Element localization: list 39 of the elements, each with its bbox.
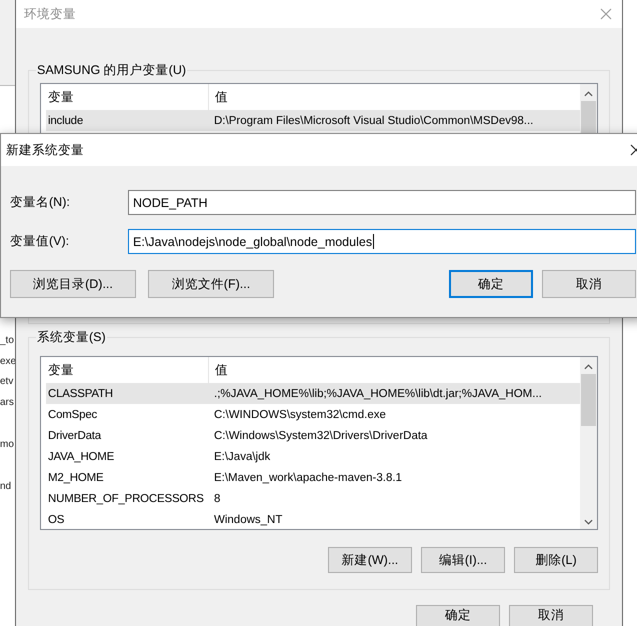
list-row[interactable]: ComSpec C:\WINDOWS\system32\cmd.exe — [46, 404, 580, 425]
text-fragment: nd — [0, 480, 12, 494]
text-cursor — [373, 234, 374, 249]
text-fragment: _to — [0, 334, 14, 348]
list-row[interactable]: M2_HOME E:\Maven_work\apache-maven-3.8.1 — [46, 467, 580, 488]
browse-button[interactable]: 浏览文件(F)... — [148, 270, 274, 298]
scrollbar[interactable] — [580, 357, 597, 529]
list-row[interactable]: include D:\Program Files\Microsoft Visual Studio\Common\MSDev98... — [46, 110, 580, 131]
group-title: 系统变量(S) — [36, 329, 107, 345]
field-label: 变量值(V): — [10, 233, 70, 250]
dialog-button[interactable]: 删除(L) — [514, 547, 598, 573]
dialog-title: 新建系统变量 — [6, 142, 84, 158]
scroll-thumb[interactable] — [581, 101, 596, 133]
list-row[interactable]: OS Windows_NT — [46, 509, 580, 530]
browse-button[interactable]: 浏览目录(D)... — [10, 270, 136, 298]
list-row[interactable]: CLASSPATH .;%JAVA_HOME%\lib;%JAVA_HOME%\lib\dt.jar;%JAVA_HOM... — [46, 383, 580, 404]
dialog-button[interactable]: 确定 — [416, 605, 500, 626]
list-row[interactable]: NUMBER_OF_PROCESSORS 8 — [46, 488, 580, 509]
field-label: 变量名(N): — [10, 194, 71, 211]
dialog-button[interactable]: 新建(W)... — [328, 547, 412, 573]
group-title: SAMSUNG 的用户变量(U) — [36, 62, 188, 78]
text-fragment: mo — [0, 438, 14, 452]
scroll-up-icon[interactable] — [584, 91, 593, 97]
window-title: 环境变量 — [24, 6, 76, 22]
dialog-button[interactable]: 确定 — [449, 270, 533, 298]
text-fragment: etv — [0, 375, 14, 390]
scroll-thumb[interactable] — [581, 374, 596, 426]
list-row[interactable]: DriverData C:\Windows\System32\Drivers\DriverData — [46, 425, 580, 446]
dialog-button[interactable]: 取消 — [542, 270, 636, 298]
scroll-down-icon[interactable] — [584, 519, 593, 525]
input-field[interactable]: E:\Java\nodejs\node_global\node_modules — [128, 229, 636, 254]
list-row[interactable]: JAVA_HOME E:\Java\jdk — [46, 446, 580, 467]
text-fragment: ars — [0, 396, 14, 410]
dialog-button[interactable]: 编辑(I)... — [421, 547, 505, 573]
input-field[interactable]: NODE_PATH — [128, 190, 636, 215]
scroll-up-icon[interactable] — [584, 364, 593, 370]
column-header[interactable]: 变量 — [46, 357, 208, 383]
column-header[interactable]: 变量 — [46, 84, 208, 110]
dialog-button[interactable]: 取消 — [509, 605, 593, 626]
